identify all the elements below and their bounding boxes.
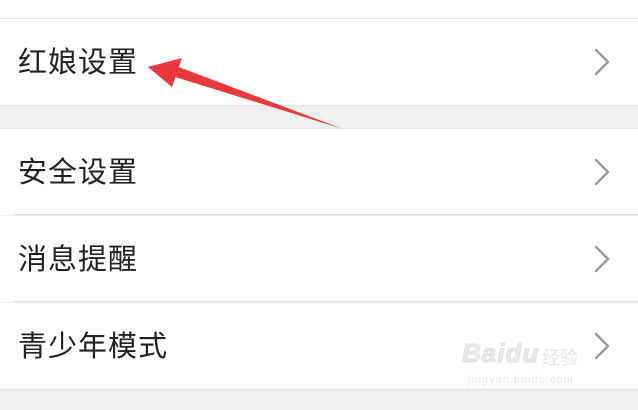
- chevron-right-icon: [592, 244, 612, 274]
- chevron-right-icon: [592, 157, 612, 187]
- settings-row-security[interactable]: 安全设置: [0, 129, 638, 215]
- settings-row-label: 消息提醒: [18, 241, 139, 276]
- settings-row-teen-mode[interactable]: 青少年模式: [0, 303, 638, 389]
- divider: [0, 105, 638, 106]
- divider: [0, 389, 638, 390]
- settings-row-label: 红娘设置: [18, 44, 139, 79]
- settings-row-notifications[interactable]: 消息提醒: [0, 216, 638, 302]
- chevron-right-icon: [592, 47, 612, 77]
- settings-row-label: 安全设置: [18, 154, 139, 189]
- previous-row-fragment: [0, 0, 638, 18]
- settings-row-label: 青少年模式: [18, 328, 169, 363]
- settings-row-matchmaker[interactable]: 红娘设置: [0, 19, 638, 105]
- chevron-right-icon: [592, 331, 612, 361]
